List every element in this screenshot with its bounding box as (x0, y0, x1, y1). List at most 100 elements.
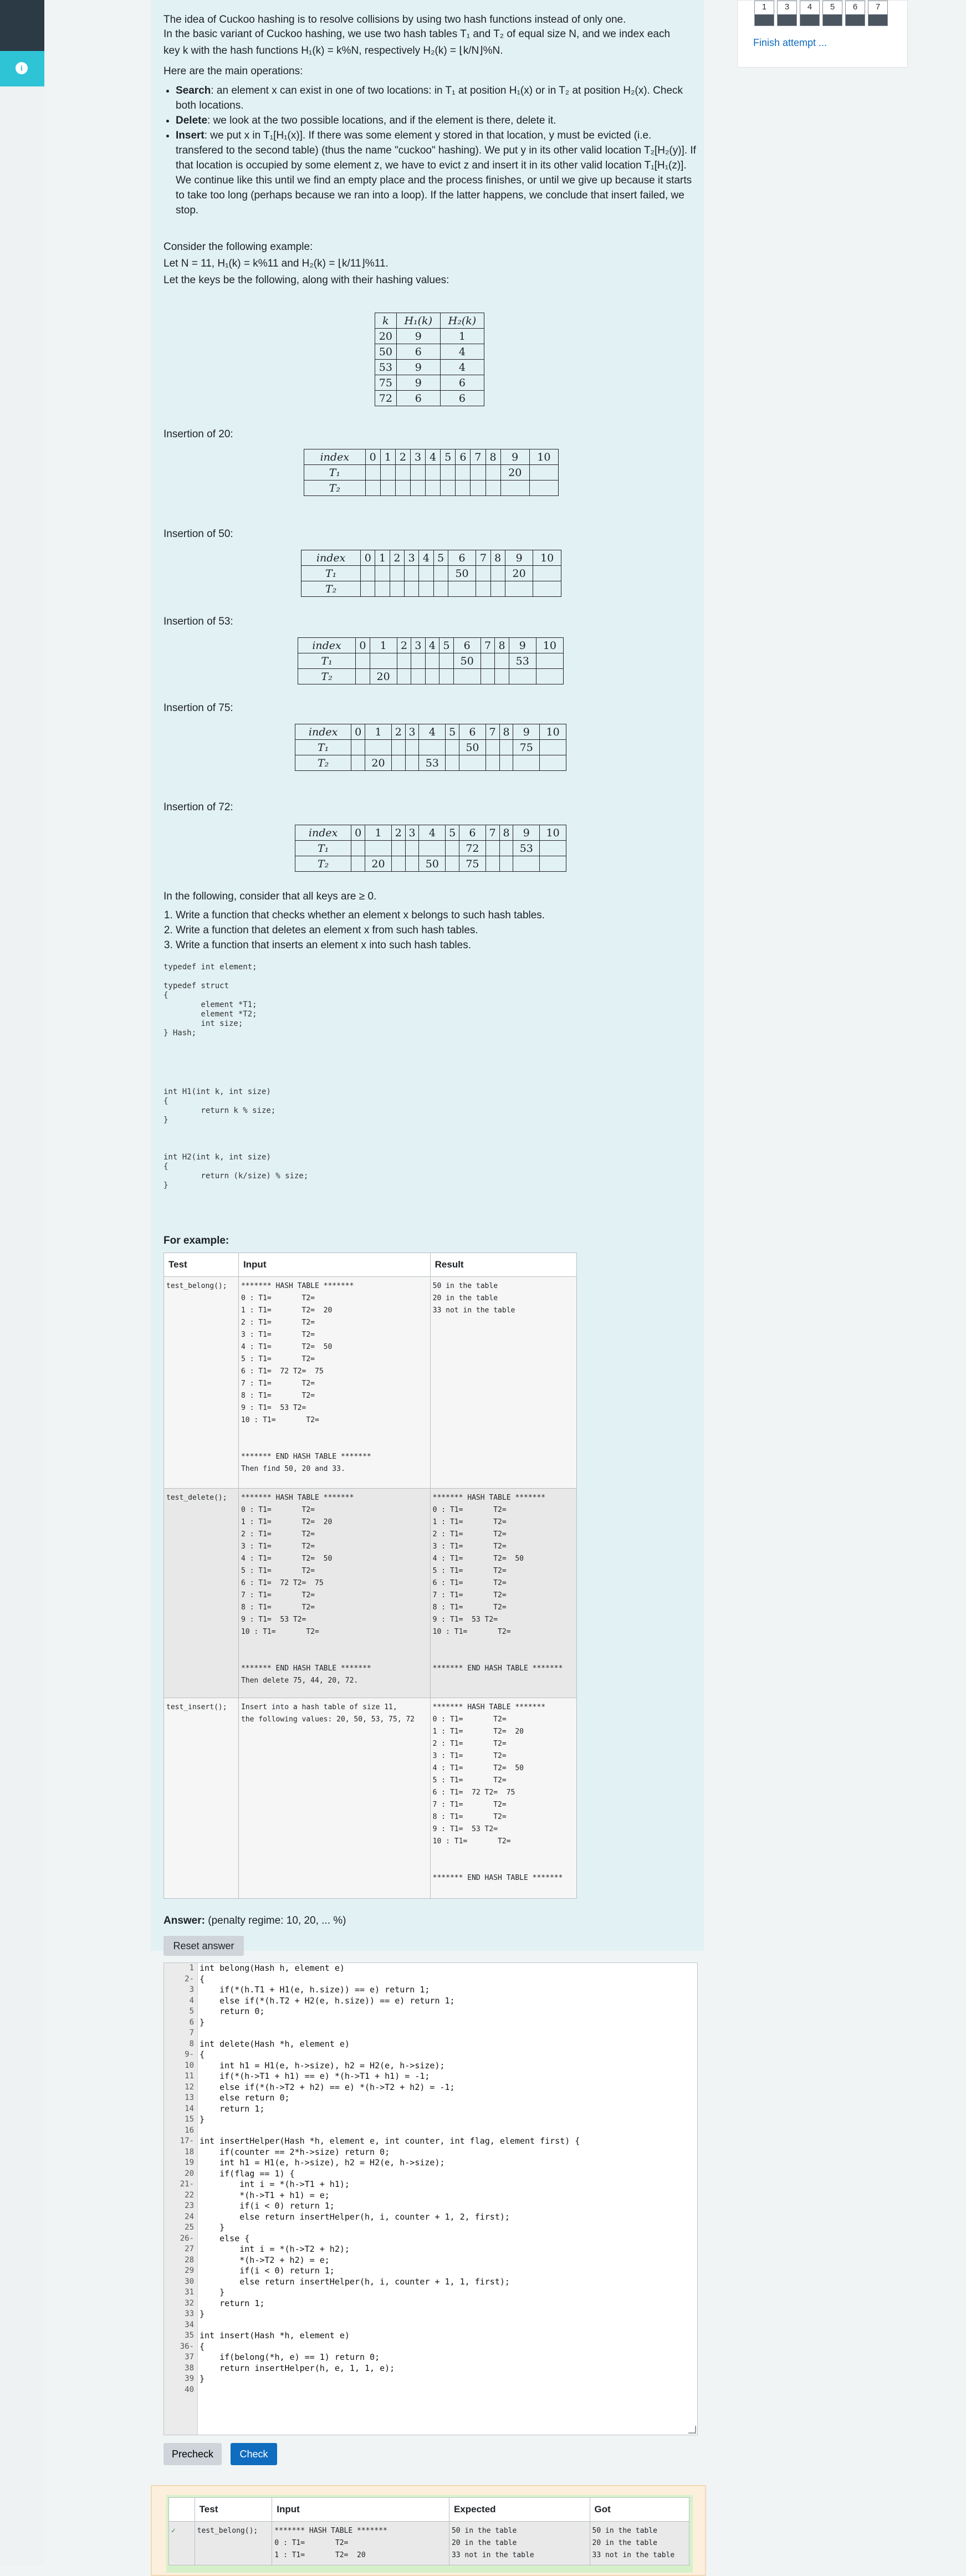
keys-cell: 6 (396, 344, 441, 360)
insertion-label: Insertion of 53: (163, 616, 233, 627)
code-line[interactable]: *(h->T1 + h1) = e; (200, 2190, 580, 2201)
quiz-nav-button[interactable]: 6 (845, 1, 865, 26)
quiz-nav-button[interactable]: 3 (777, 1, 797, 26)
code-line[interactable]: if(counter == 2*h->size) return 0; (200, 2147, 580, 2158)
keys-row: 53 9 4 (375, 359, 485, 375)
code-line[interactable]: int delete(Hash *h, element e) (200, 2039, 580, 2050)
line-number: 26- (180, 2233, 194, 2243)
t1-cell (395, 464, 411, 481)
finish-attempt-link[interactable]: Finish attempt ... (753, 37, 827, 49)
resize-handle[interactable] (688, 2426, 696, 2434)
index-cell: 8 (494, 637, 509, 653)
t2-cell (480, 668, 495, 684)
t1-cell (485, 739, 500, 755)
code-line[interactable]: int insertHelper(Hash *h, element e, int… (200, 2136, 580, 2147)
code-line[interactable] (200, 2385, 580, 2396)
line-number: 23 (185, 2201, 194, 2210)
code-line[interactable]: { (200, 2342, 580, 2353)
index-cell: 5 (440, 449, 456, 465)
t1-cell (445, 840, 460, 856)
t2-cell (459, 755, 486, 771)
t1-cell (389, 565, 405, 581)
t2-cell (396, 668, 412, 684)
index-cell: 5 (439, 637, 454, 653)
code-line[interactable]: else if(*(h.T2 + H2(e, h.size)) == e) re… (200, 1996, 580, 2007)
t1-cell (440, 464, 456, 481)
check-button[interactable]: Check (231, 2443, 277, 2465)
t2-row: T₂ 20 (297, 668, 564, 684)
code-line[interactable]: if(i < 0) return 1; (200, 2201, 580, 2212)
code-line[interactable]: int i = *(h->T1 + h1); (200, 2179, 580, 2190)
code-line[interactable]: { (200, 1974, 580, 1985)
index-row: index 0 1 2 3 4 5 6 7 8 9 10 (304, 449, 559, 465)
code-line[interactable]: int insert(Hash *h, element e) (200, 2330, 580, 2342)
code-line[interactable] (200, 2320, 580, 2331)
t2-cell (535, 668, 564, 684)
quiz-nav-button[interactable]: 7 (868, 1, 888, 26)
code-line[interactable]: int belong(Hash h, element e) (200, 1963, 580, 1974)
t1-cell (485, 464, 501, 481)
quiz-nav-button[interactable]: 1 (754, 1, 774, 26)
code-line[interactable]: *(h->T2 + h2) = e; (200, 2255, 580, 2266)
example-row: test_delete(); ******* HASH TABLE *******… (163, 1488, 577, 1698)
t2-cell (490, 581, 505, 597)
code-line[interactable]: else return 0; (200, 2093, 580, 2104)
code-line[interactable]: if(*(h->T1 + h1) == e) *(h->T1 + h1) = -… (200, 2071, 580, 2082)
example-header-cell: Result (430, 1253, 577, 1277)
code-line[interactable]: { (200, 2049, 580, 2061)
code-line[interactable]: } (200, 2114, 580, 2125)
code-line[interactable]: int i = *(h->T2 + h2); (200, 2244, 580, 2255)
code-line[interactable]: } (200, 2374, 580, 2385)
t1-row: T₁ 50 20 (300, 565, 561, 581)
code-line[interactable]: return 1; (200, 2104, 580, 2115)
code-line[interactable]: if(flag == 1) { (200, 2169, 580, 2180)
code-editor[interactable]: 1 2- 3 4 5 6 7 8 9- 10 11 12 13 14 15 16 17- 18 19 20 21- 22 2… (163, 1962, 698, 2435)
code-line[interactable]: else return insertHelper(h, i, counter +… (200, 2277, 580, 2288)
keys-header-cell: H₂(k) (439, 313, 485, 329)
keys-header-cell: k (375, 313, 397, 329)
code-line[interactable]: else { (200, 2233, 580, 2245)
code-line[interactable] (200, 2125, 580, 2137)
t2-cell (539, 755, 566, 771)
quiz-nav-button[interactable]: 4 (800, 1, 820, 26)
quiz-nav-button[interactable]: 5 (822, 1, 842, 26)
index-cell: 1 (369, 637, 397, 653)
results-header-cell: Got (589, 2497, 690, 2522)
code-line[interactable]: } (200, 2287, 580, 2298)
line-number: 28 (185, 2255, 194, 2265)
line-number: 27 (185, 2245, 194, 2253)
code-line[interactable]: return insertHelper(h, e, 1, 1, e); (200, 2363, 580, 2374)
rail-toggle-button[interactable]: i (0, 51, 44, 86)
index-cell: 1 (380, 449, 396, 465)
code-line[interactable]: } (200, 2222, 580, 2233)
example-row: test_insert(); Insert into a hash table o… (163, 1698, 577, 1899)
code-line[interactable]: if(i < 0) return 1; (200, 2266, 580, 2277)
keys-header-cell: H₁(k) (396, 313, 441, 329)
code-line[interactable]: else return insertHelper(h, i, counter +… (200, 2212, 580, 2223)
t2-cell (411, 668, 426, 684)
t2-row: T₂ 20 53 (294, 755, 566, 771)
code-line[interactable]: if(belong(*h, e) == 1) return 0; (200, 2352, 580, 2363)
code-line[interactable]: } (200, 2017, 580, 2028)
index-cell: 6 (459, 724, 486, 740)
line-number: 32 (185, 2298, 194, 2308)
code-line[interactable]: return 0; (200, 2006, 580, 2017)
code-line[interactable] (200, 2028, 580, 2039)
code-line[interactable]: return 1; (200, 2298, 580, 2309)
code-line[interactable]: else if(*(h->T2 + h2) == e) *(h->T2 + h2… (200, 2082, 580, 2093)
code-line[interactable]: int h1 = H1(e, h->size), h2 = H2(e, h->s… (200, 2061, 580, 2072)
index-header: index (297, 637, 356, 653)
insertion-table: index 0 1 2 3 4 5 6 7 8 9 10 T₁ 50 20 T₂ (300, 550, 561, 597)
task-item: Write a function that deletes an element… (176, 923, 697, 938)
code-line[interactable]: int h1 = H1(e, h->size), h2 = H2(e, h->s… (200, 2158, 580, 2169)
index-row: index 0 1 2 3 4 5 6 7 8 9 10 (297, 637, 564, 653)
code-lines[interactable]: int belong(Hash h, element e){ if(*(h.T1… (200, 1963, 580, 2395)
reset-answer-button[interactable]: Reset answer (163, 1936, 244, 1956)
keys-cell: 4 (439, 359, 485, 375)
index-cell: 2 (391, 724, 406, 740)
index-cell: 5 (445, 724, 460, 740)
precheck-button[interactable]: Precheck (163, 2443, 222, 2465)
code-line[interactable]: } (200, 2309, 580, 2320)
code-line[interactable]: if(*(h.T1 + H1(e, h.size)) == e) return … (200, 1985, 580, 1996)
t1-cell (355, 653, 370, 669)
